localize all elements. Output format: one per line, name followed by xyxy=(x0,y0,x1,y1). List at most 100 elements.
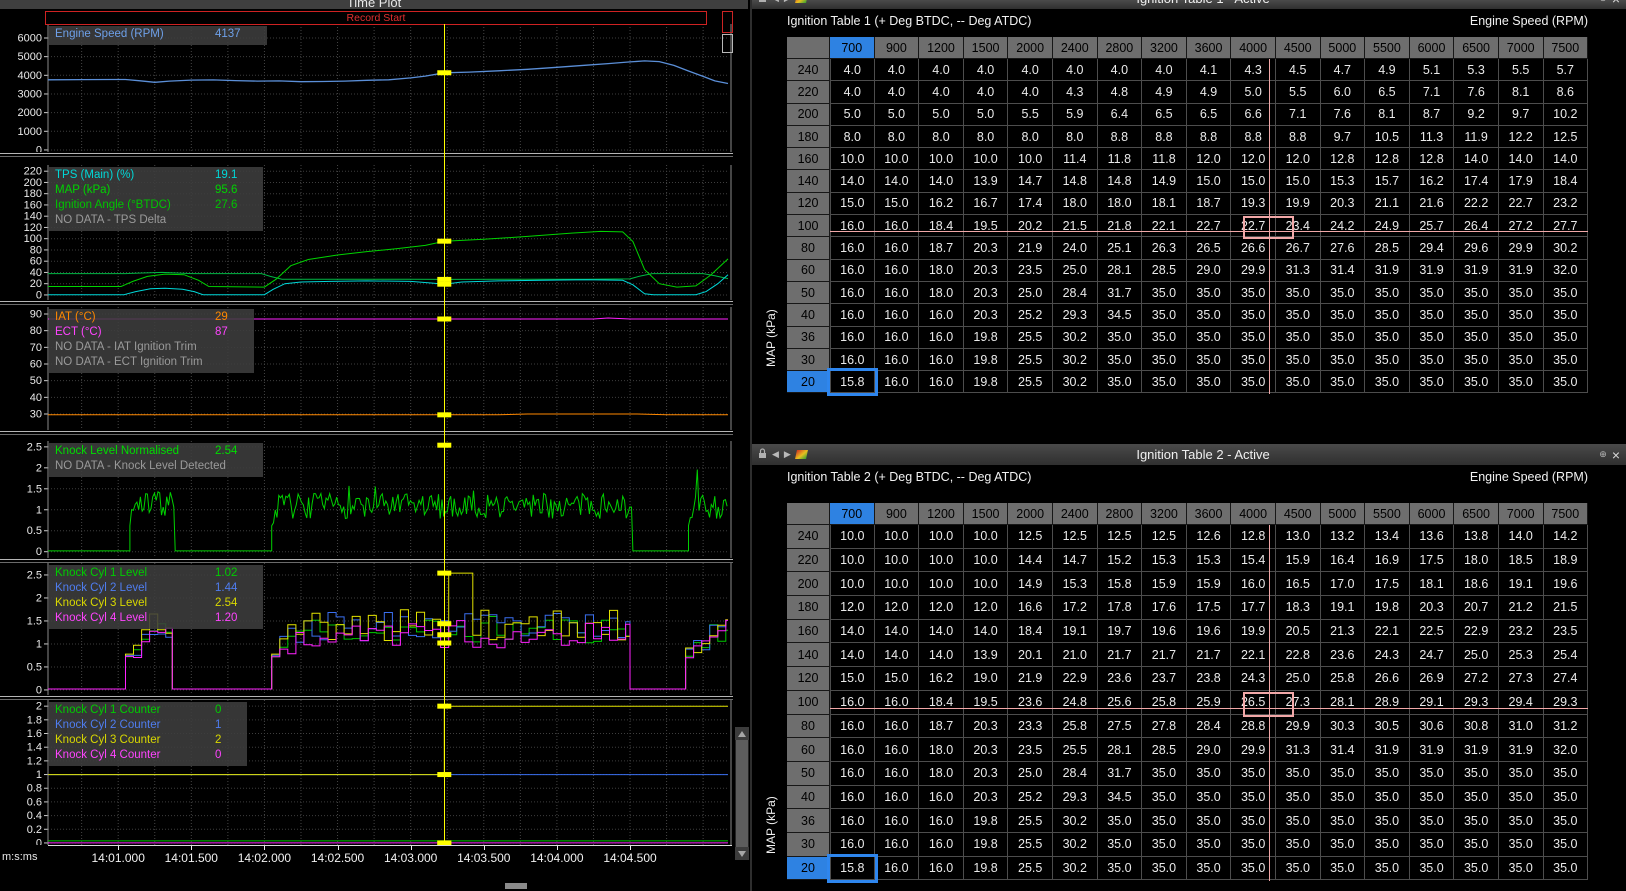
table-cell[interactable]: 18.1 xyxy=(1410,572,1455,596)
move-icon[interactable]: ⊕ xyxy=(1599,0,1607,4)
table-cell[interactable]: 27.4 xyxy=(1544,667,1589,691)
table-cell[interactable]: 21.5 xyxy=(1544,596,1589,620)
table-cell[interactable]: 5.0 xyxy=(1231,81,1276,103)
table-cell[interactable]: 18.4 xyxy=(919,691,964,715)
table-cell[interactable]: 15.9 xyxy=(1187,572,1232,596)
table-cell[interactable]: 32.0 xyxy=(1544,260,1589,282)
table-cell[interactable]: 16.0 xyxy=(875,237,920,259)
table-cell[interactable]: 20.3 xyxy=(964,715,1009,739)
table-cell[interactable]: 18.4 xyxy=(1008,620,1053,644)
table-cell[interactable]: 14.0 xyxy=(964,620,1009,644)
table-cell[interactable]: 8.8 xyxy=(1098,126,1143,148)
table-cell[interactable]: 22.7 xyxy=(1187,215,1232,237)
table-cell[interactable]: 35.0 xyxy=(1321,327,1366,349)
table-cell[interactable]: 20.3 xyxy=(1410,596,1455,620)
table-cell[interactable]: 4.0 xyxy=(1008,81,1053,103)
table-cell[interactable]: 16.0 xyxy=(919,349,964,371)
table-cell[interactable]: 25.8 xyxy=(1321,667,1366,691)
table-cell[interactable]: 16.0 xyxy=(875,349,920,371)
row-header-50[interactable]: 50 xyxy=(787,282,830,304)
row-header-160[interactable]: 160 xyxy=(787,620,830,644)
table-cell[interactable]: 16.0 xyxy=(875,857,920,881)
table-cell[interactable]: 34.5 xyxy=(1098,304,1143,326)
table-cell[interactable]: 28.4 xyxy=(1187,715,1232,739)
table-cell[interactable]: 22.1 xyxy=(1142,215,1187,237)
table-cell[interactable]: 16.0 xyxy=(830,215,875,237)
table-cell[interactable]: 25.5 xyxy=(1008,833,1053,857)
table-cell[interactable]: 35.0 xyxy=(1544,371,1589,393)
time-cursor[interactable] xyxy=(444,24,445,845)
table-cell[interactable]: 35.0 xyxy=(1142,349,1187,371)
table-cell[interactable]: 35.0 xyxy=(1321,762,1366,786)
next-arrow-icon[interactable]: ▶ xyxy=(784,0,791,4)
lock-icon[interactable] xyxy=(758,448,767,461)
row-header-180[interactable]: 180 xyxy=(787,126,830,148)
table-cell[interactable]: 10.0 xyxy=(875,148,920,170)
table-cell[interactable]: 7.6 xyxy=(1321,104,1366,126)
table-cell[interactable]: 4.5 xyxy=(1276,59,1321,81)
col-header-4000[interactable]: 4000 xyxy=(1231,37,1276,59)
table-cell[interactable]: 35.0 xyxy=(1410,762,1455,786)
table-cell[interactable]: 25.2 xyxy=(1008,304,1053,326)
table-cell[interactable]: 35.0 xyxy=(1499,762,1544,786)
table-cell[interactable]: 32.0 xyxy=(1544,738,1589,762)
table-cell[interactable]: 15.7 xyxy=(1365,170,1410,192)
table-cell[interactable]: 16.0 xyxy=(875,691,920,715)
table-cell[interactable]: 19.5 xyxy=(964,691,1009,715)
table-cell[interactable]: 20.3 xyxy=(964,762,1009,786)
table-cell[interactable]: 8.6 xyxy=(1544,81,1589,103)
table-cell[interactable]: 6.5 xyxy=(1365,81,1410,103)
table-cell[interactable]: 28.4 xyxy=(1053,282,1098,304)
table-cell[interactable]: 25.9 xyxy=(1187,691,1232,715)
table-cell[interactable]: 22.7 xyxy=(1499,193,1544,215)
table-cell[interactable]: 12.5 xyxy=(1008,525,1053,549)
col-header-2400[interactable]: 2400 xyxy=(1053,37,1098,59)
table-cell[interactable]: 8.0 xyxy=(919,126,964,148)
table-cell[interactable]: 20.1 xyxy=(1008,643,1053,667)
table-cell[interactable]: 4.0 xyxy=(830,59,875,81)
table-cell[interactable]: 16.0 xyxy=(875,304,920,326)
table-cell[interactable]: 11.4 xyxy=(1053,148,1098,170)
table-cell[interactable]: 23.2 xyxy=(1544,193,1589,215)
table-cell[interactable]: 18.9 xyxy=(1544,549,1589,573)
table-cell[interactable]: 12.0 xyxy=(1231,148,1276,170)
table-cell[interactable]: 26.3 xyxy=(1142,237,1187,259)
table-cell[interactable]: 14.0 xyxy=(875,643,920,667)
table-cell[interactable]: 35.0 xyxy=(1187,786,1232,810)
table-cell[interactable]: 4.0 xyxy=(875,59,920,81)
table-cell[interactable]: 5.7 xyxy=(1544,59,1589,81)
table-cell[interactable]: 17.4 xyxy=(1454,170,1499,192)
table-cell[interactable]: 28.5 xyxy=(1142,738,1187,762)
table-cell[interactable]: 12.5 xyxy=(1053,525,1098,549)
table-cell[interactable]: 23.6 xyxy=(1098,667,1143,691)
table-cell[interactable]: 21.1 xyxy=(1365,193,1410,215)
table-cell[interactable]: 35.0 xyxy=(1410,327,1455,349)
table-cell[interactable]: 25.0 xyxy=(1008,282,1053,304)
row-header-36[interactable]: 36 xyxy=(787,327,830,349)
table-cell[interactable]: 13.9 xyxy=(964,643,1009,667)
table-cell[interactable]: 13.0 xyxy=(1276,525,1321,549)
table-cell[interactable]: 7.1 xyxy=(1410,81,1455,103)
table-cell[interactable]: 35.0 xyxy=(1142,786,1187,810)
table-cell[interactable]: 4.0 xyxy=(919,81,964,103)
table-cell[interactable]: 23.6 xyxy=(1321,643,1366,667)
table-cell[interactable]: 35.0 xyxy=(1098,327,1143,349)
table-cell[interactable]: 22.8 xyxy=(1276,643,1321,667)
table-cell[interactable]: 6.6 xyxy=(1231,104,1276,126)
table-cell[interactable]: 6.4 xyxy=(1098,104,1143,126)
table-cell[interactable]: 20.7 xyxy=(1454,596,1499,620)
table-cell[interactable]: 35.0 xyxy=(1544,304,1589,326)
table-cell[interactable]: 35.0 xyxy=(1321,371,1366,393)
horizontal-scrollbar-thumb[interactable] xyxy=(505,883,527,889)
table-cell[interactable]: 13.6 xyxy=(1410,525,1455,549)
table-cell[interactable]: 20.3 xyxy=(964,786,1009,810)
table-cell[interactable]: 12.0 xyxy=(1276,148,1321,170)
table-cell[interactable]: 35.0 xyxy=(1142,371,1187,393)
table-cell[interactable]: 17.5 xyxy=(1187,596,1232,620)
table-cell[interactable]: 15.9 xyxy=(1276,549,1321,573)
table-cell[interactable]: 22.7 xyxy=(1231,215,1276,237)
table-cell[interactable]: 26.9 xyxy=(1410,667,1455,691)
table-cell[interactable]: 18.6 xyxy=(1454,572,1499,596)
scrollbar-thumb[interactable] xyxy=(736,740,748,847)
table-cell[interactable]: 35.0 xyxy=(1231,809,1276,833)
